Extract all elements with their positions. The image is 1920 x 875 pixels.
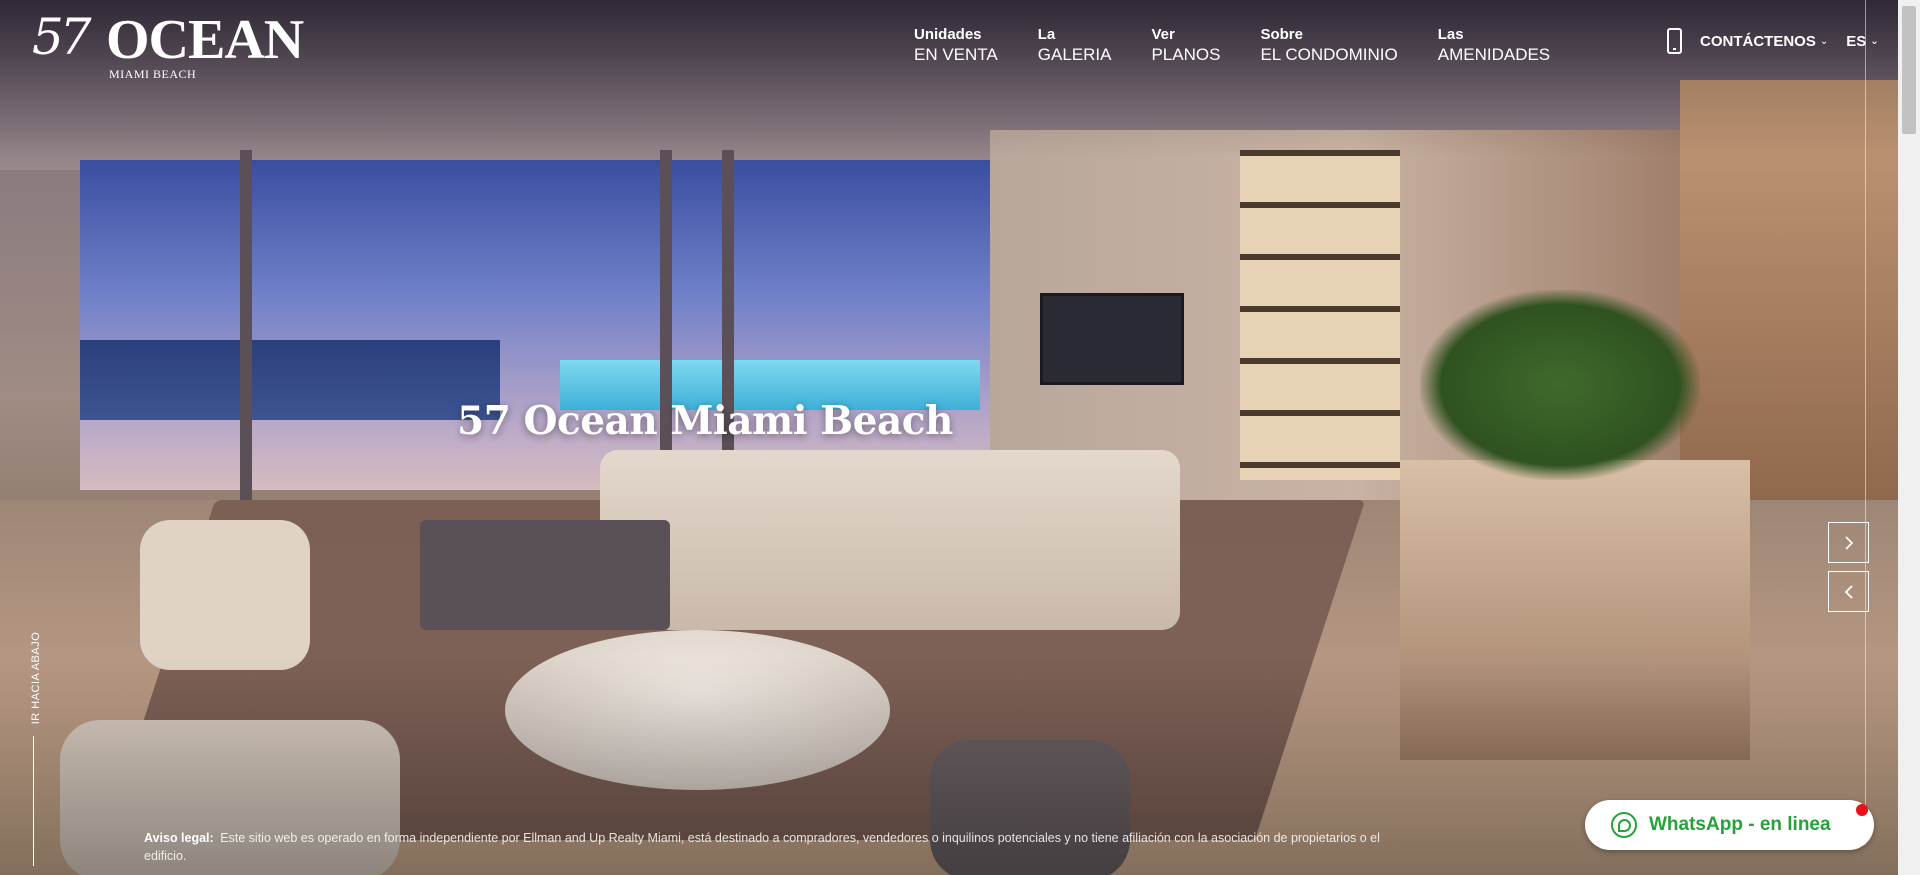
whatsapp-button[interactable]: WhatsApp - en linea: [1585, 800, 1874, 850]
nav-item-planos[interactable]: Ver PLANOS: [1151, 26, 1220, 66]
notification-dot: [1856, 804, 1868, 816]
phone-icon[interactable]: [1667, 28, 1682, 54]
language-value: ES: [1846, 32, 1867, 50]
whatsapp-label: WhatsApp - en linea: [1649, 814, 1831, 835]
nav-item-en-venta[interactable]: Unidades EN VENTA: [914, 26, 998, 66]
nav-item-big: PLANOS: [1151, 45, 1221, 64]
nav-item-small: La: [1037, 26, 1056, 43]
main-nav: Unidades EN VENTA La GALERIA Ver PLANOS …: [914, 26, 1590, 66]
nav-item-big: GALERIA: [1037, 45, 1112, 64]
chevron-down-icon: ⌄: [1870, 35, 1879, 47]
contact-menu[interactable]: CONTÁCTENOS: [1700, 33, 1816, 50]
logo-number: 57: [32, 8, 92, 66]
nav-item-big: AMENIDADES: [1437, 45, 1551, 64]
legal-notice: Aviso legal: Este sitio web es operado e…: [144, 829, 1414, 865]
chevron-right-icon: [1844, 535, 1853, 550]
scroll-down-link[interactable]: IR HACIA ABAJO: [26, 632, 42, 866]
header-actions: CONTÁCTENOS ⌄ ES ⌄: [1667, 28, 1879, 54]
language-selector[interactable]: ES ⌄: [1846, 33, 1878, 50]
whatsapp-icon: [1611, 812, 1637, 838]
slider-prev-button[interactable]: [1828, 571, 1869, 612]
logo-name: OCEAN: [106, 9, 304, 71]
scroll-down-label: IR HACIA ABAJO: [30, 631, 42, 725]
chevron-left-icon: [1844, 584, 1853, 599]
nav-item-amenidades[interactable]: Las AMENIDADES: [1438, 26, 1550, 66]
logo[interactable]: 57 OCEAN MIAMI BEACH: [32, 8, 304, 82]
nav-item-small: Sobre: [1260, 26, 1303, 43]
nav-item-small: Unidades: [914, 26, 982, 43]
page-scrollbar[interactable]: [1898, 0, 1920, 875]
nav-item-galeria[interactable]: La GALERIA: [1038, 26, 1112, 66]
hero-title: 57 Ocean Miami Beach: [457, 398, 953, 444]
divider: [1865, 0, 1866, 845]
nav-item-big: EN VENTA: [914, 45, 998, 64]
nav-item-small: Ver: [1151, 26, 1175, 43]
logo-subtitle: MIAMI BEACH: [109, 67, 197, 81]
legal-text: Este sitio web es operado en forma indep…: [144, 831, 1380, 863]
legal-label: Aviso legal:: [144, 831, 214, 845]
scrollbar-thumb[interactable]: [1902, 6, 1916, 134]
nav-item-small: Las: [1437, 26, 1464, 43]
slider-next-button[interactable]: [1828, 522, 1869, 563]
scroll-line: [33, 736, 34, 866]
nav-item-big: EL CONDOMINIO: [1260, 45, 1398, 64]
chevron-down-icon[interactable]: ⌄: [1820, 36, 1828, 47]
nav-item-condominio[interactable]: Sobre EL CONDOMINIO: [1260, 26, 1397, 66]
